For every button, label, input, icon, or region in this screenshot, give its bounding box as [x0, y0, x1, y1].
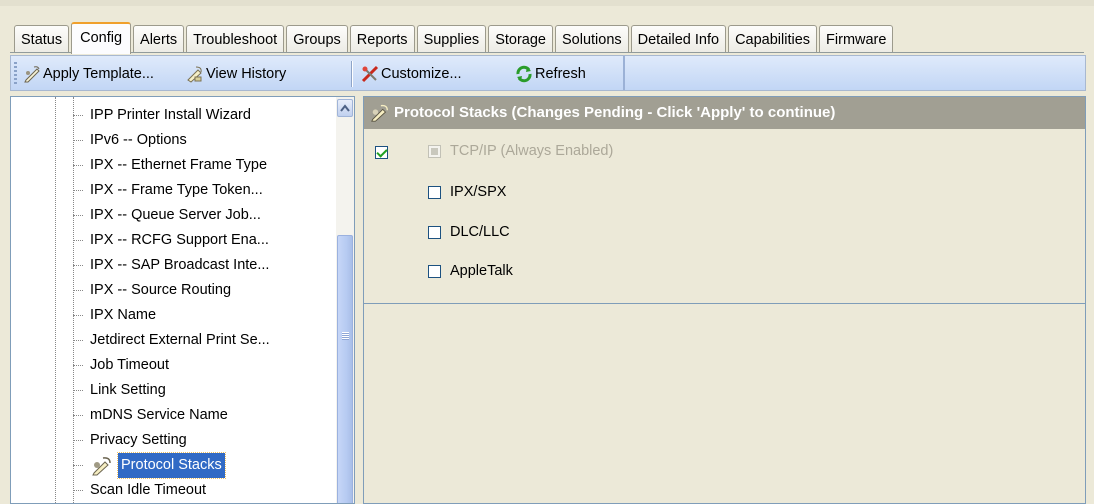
tree-item-label: IPP Printer Install Wizard — [90, 107, 251, 123]
apply-template-label: Apply Template... — [43, 66, 154, 82]
tree-connector — [73, 190, 83, 191]
tree-item-label: Scan Idle Timeout — [90, 482, 207, 498]
tree-connector — [73, 490, 83, 491]
tab-reports[interactable]: Reports — [349, 25, 415, 53]
tree-connector — [73, 365, 83, 366]
toolbar-grip[interactable] — [14, 62, 17, 86]
tcpip-checkbox — [428, 145, 441, 158]
tree-item-label: IPv6 -- Options — [90, 132, 187, 148]
tree-item-label: Privacy Setting — [90, 432, 187, 448]
tree-connector — [73, 115, 83, 116]
tree-connector — [73, 440, 83, 441]
appletalk-checkbox[interactable] — [428, 265, 441, 278]
tree-item-label: Job Timeout — [90, 357, 169, 373]
tab-storage[interactable]: Storage — [488, 25, 553, 53]
tab-solutions[interactable]: Solutions — [554, 25, 629, 53]
tab-capabilities[interactable]: Capabilities — [728, 25, 818, 53]
tab-groups[interactable]: Groups — [286, 25, 348, 53]
tree-guide-line — [55, 97, 56, 503]
tree-connector — [73, 465, 83, 466]
tree-guide-line — [73, 97, 74, 503]
tcpip-label: TCP/IP (Always Enabled) — [450, 143, 614, 159]
tree-item-label: Jetdirect External Print Se... — [90, 332, 270, 348]
appletalk-label: AppleTalk — [450, 263, 513, 279]
tree-scrollbar[interactable] — [336, 97, 354, 503]
view-history-button[interactable]: View History — [186, 62, 286, 86]
tree-connector — [73, 390, 83, 391]
scroll-thumb[interactable] — [337, 235, 353, 503]
tree-item-label: IPX -- Queue Server Job... — [90, 207, 261, 223]
tree-item-label: IPX -- SAP Broadcast Inte... — [90, 257, 270, 273]
tab-status[interactable]: Status — [14, 25, 70, 53]
toolbar-end — [623, 56, 625, 90]
tab-supplies[interactable]: Supplies — [416, 25, 487, 53]
dlc-llc-label: DLC/LLC — [450, 224, 510, 240]
top-divider — [0, 0, 1094, 6]
customize-label: Customize... — [381, 66, 462, 82]
tab-baseline — [10, 52, 1084, 53]
tree-connector — [73, 340, 83, 341]
refresh-button[interactable]: Refresh — [515, 62, 586, 86]
tab-firmware[interactable]: Firmware — [819, 25, 894, 53]
refresh-label: Refresh — [535, 66, 586, 82]
tree-item-label: IPX -- Frame Type Token... — [90, 182, 263, 198]
apply-template-button[interactable]: Apply Template... — [23, 62, 154, 86]
chevron-up-icon — [340, 104, 350, 112]
tree-connector — [73, 140, 83, 141]
tab-alerts[interactable]: Alerts — [133, 25, 185, 53]
tree-item-label: IPX -- RCFG Support Ena... — [90, 232, 269, 248]
tab-troubleshoot[interactable]: Troubleshoot — [186, 25, 285, 53]
config-tree: IPP Printer Install Wizard IPv6 -- Optio… — [10, 96, 355, 504]
tree-connector — [73, 165, 83, 166]
tree-connector — [73, 240, 83, 241]
tree-item-label: Protocol Stacks — [117, 452, 226, 479]
tree-connector — [73, 265, 83, 266]
customize-button[interactable]: Customize... — [361, 62, 462, 86]
ipx-spx-checkbox[interactable] — [428, 186, 441, 199]
panel-header: Protocol Stacks (Changes Pending - Click… — [364, 97, 1085, 129]
tree-connector — [73, 415, 83, 416]
toolbar-separator — [351, 61, 352, 87]
tab-bar: Status Config Alerts Troubleshoot Groups… — [0, 0, 1094, 55]
tree-connector — [73, 315, 83, 316]
customize-icon — [361, 65, 379, 83]
tree-connector — [73, 215, 83, 216]
refresh-icon — [515, 65, 533, 83]
apply-template-icon — [23, 65, 41, 83]
scroll-up-button[interactable] — [337, 99, 353, 117]
panel-title: Protocol Stacks (Changes Pending - Click… — [394, 104, 836, 121]
view-history-label: View History — [206, 66, 287, 82]
tab-config[interactable]: Config — [71, 22, 132, 54]
view-history-icon — [186, 65, 204, 83]
tree-item-label: Link Setting — [90, 382, 166, 398]
tab-strip: Status Config Alerts Troubleshoot Groups… — [14, 22, 895, 54]
tree-item-label: IPX -- Source Routing — [90, 282, 232, 298]
ipx-spx-label: IPX/SPX — [450, 184, 507, 200]
settings-panel: Protocol Stacks (Changes Pending - Click… — [363, 96, 1086, 504]
tree-item-label: mDNS Service Name — [90, 407, 228, 423]
tree-item-label: IPX Name — [90, 307, 157, 323]
tab-detailed-info[interactable]: Detailed Info — [630, 25, 727, 53]
protocol-options: TCP/IP (Always Enabled) IPX/SPX DLC/LLC … — [364, 129, 1085, 304]
dlc-llc-checkbox[interactable] — [428, 226, 441, 239]
scroll-thumb-grip — [342, 332, 349, 340]
toolbar: Apply Template... View History Customize… — [10, 55, 1086, 91]
tree-connector — [73, 290, 83, 291]
tree-item-label: IPX -- Ethernet Frame Type — [90, 157, 268, 173]
enable-setting-checkbox[interactable] — [375, 146, 388, 159]
